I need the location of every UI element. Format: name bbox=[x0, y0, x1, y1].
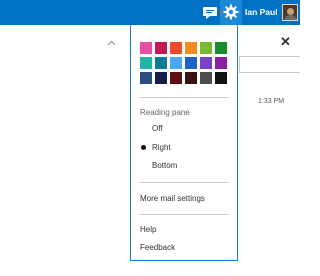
search-input[interactable] bbox=[239, 56, 300, 73]
theme-color-swatch[interactable] bbox=[185, 72, 197, 84]
chevron-up-icon[interactable] bbox=[107, 33, 116, 51]
help-link[interactable]: Help bbox=[140, 225, 156, 234]
theme-color-swatch[interactable] bbox=[155, 72, 167, 84]
theme-color-swatch[interactable] bbox=[185, 42, 197, 54]
more-mail-settings-link[interactable]: More mail settings bbox=[140, 194, 205, 203]
theme-color-swatch[interactable] bbox=[170, 72, 182, 84]
theme-color-swatch[interactable] bbox=[185, 57, 197, 69]
user-name[interactable]: Ian Paul bbox=[245, 7, 278, 17]
theme-color-swatch[interactable] bbox=[140, 72, 152, 84]
theme-color-swatch[interactable] bbox=[215, 57, 227, 69]
divider bbox=[139, 214, 229, 215]
theme-color-swatch[interactable] bbox=[140, 42, 152, 54]
message-time: 1:33 PM bbox=[258, 98, 285, 105]
gear-icon bbox=[223, 4, 239, 20]
chat-icon[interactable] bbox=[201, 4, 219, 21]
divider bbox=[139, 97, 229, 98]
close-icon[interactable]: ✕ bbox=[280, 34, 291, 50]
theme-color-swatch[interactable] bbox=[215, 72, 227, 84]
divider bbox=[139, 182, 229, 183]
settings-button[interactable] bbox=[220, 0, 242, 25]
reading-pane-heading: Reading pane bbox=[140, 108, 190, 117]
theme-color-swatch[interactable] bbox=[140, 57, 152, 69]
feedback-link[interactable]: Feedback bbox=[140, 243, 175, 252]
theme-color-swatch[interactable] bbox=[170, 57, 182, 69]
reading-pane-option-off[interactable]: Off bbox=[152, 124, 163, 133]
theme-color-swatch[interactable] bbox=[200, 72, 212, 84]
theme-color-swatch[interactable] bbox=[215, 42, 227, 54]
theme-color-swatch[interactable] bbox=[155, 57, 167, 69]
theme-color-swatch[interactable] bbox=[155, 42, 167, 54]
reading-pane-option-right[interactable]: Right bbox=[152, 143, 171, 152]
theme-color-swatch[interactable] bbox=[170, 42, 182, 54]
avatar[interactable] bbox=[282, 4, 298, 21]
selected-dot-icon bbox=[141, 145, 146, 150]
reading-pane-option-bottom[interactable]: Bottom bbox=[152, 161, 177, 170]
theme-color-swatch[interactable] bbox=[200, 57, 212, 69]
top-bar: Ian Paul bbox=[0, 0, 300, 25]
theme-color-swatch[interactable] bbox=[200, 42, 212, 54]
